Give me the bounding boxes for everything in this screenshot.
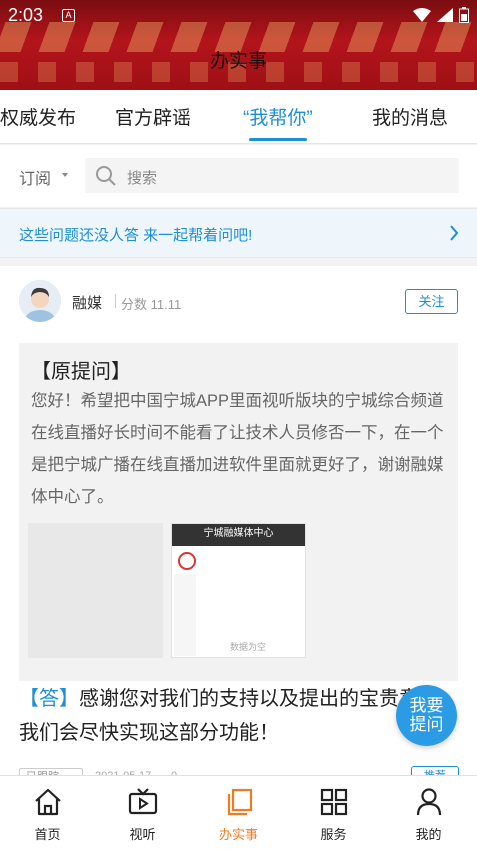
- home-icon: [35, 788, 61, 816]
- signal-icon: [437, 8, 453, 22]
- original-question[interactable]: 【原提问】 您好！希望把中国宁城APP里面视听版块的宁城综合频道在线直播好长时间…: [19, 343, 458, 681]
- page-title: 办实事: [209, 51, 267, 72]
- person-icon: [416, 788, 442, 816]
- user-score: 分数 11.11: [121, 297, 182, 312]
- subscribe-dropdown[interactable]: 订阅: [19, 165, 51, 189]
- battery-icon: [459, 7, 469, 23]
- answer-tag: 【答】: [19, 688, 79, 710]
- user-name[interactable]: 融媒: [72, 292, 102, 313]
- tab-my-messages[interactable]: 我的消息: [372, 103, 448, 130]
- search-placeholder: 搜索: [127, 170, 158, 187]
- divider: [115, 294, 116, 308]
- avatar[interactable]: [19, 280, 61, 322]
- status-time: 2:03: [8, 5, 44, 25]
- notification-icon: A: [62, 9, 75, 22]
- prompt-text: 这些问题还没人答 来一起帮着问吧!: [19, 227, 253, 244]
- nav-label: 我的: [415, 827, 442, 842]
- nav-home[interactable]: 首页: [0, 776, 95, 849]
- tab-rumor-refute[interactable]: 官方辟谣: [115, 103, 191, 130]
- nav-label: 服务: [320, 827, 347, 842]
- status-icons: [413, 7, 469, 23]
- tv-play-icon: [128, 788, 158, 815]
- bottom-nav: 首页 视听 办实事 服务 我的: [0, 775, 477, 849]
- question-title: 【原提问】: [31, 361, 131, 383]
- tab-bar: 权威发布 官方辟谣 “我帮你” 我的消息: [0, 90, 477, 144]
- answer: 【答】感谢您对我们的支持以及提出的宝贵意见，我们会尽快实现这部分功能！: [19, 682, 459, 750]
- search-row: 订阅 搜索: [0, 145, 477, 207]
- nav-label: 办实事: [218, 827, 258, 842]
- logo-icon: [178, 552, 196, 570]
- grid-icon: [320, 788, 348, 816]
- question-image[interactable]: [28, 523, 163, 658]
- user-avatar-icon: [19, 280, 61, 322]
- unanswered-prompt[interactable]: 这些问题还没人答 来一起帮着问吧!: [0, 208, 477, 258]
- question-body: 您好！希望把中国宁城APP里面视听版块的宁城综合频道在线直播好长时间不能看了让技…: [31, 392, 444, 506]
- search-input[interactable]: 搜索: [85, 158, 459, 193]
- ask-question-button[interactable]: 我要 提问: [396, 685, 457, 746]
- active-tab-indicator: [249, 138, 307, 141]
- nav-av[interactable]: 视听: [95, 776, 190, 849]
- tab-authority[interactable]: 权威发布: [0, 103, 76, 130]
- ask-line-1: 我要: [409, 696, 444, 715]
- answer-text: 感谢您对我们的支持以及提出的宝贵意见，我们会尽快实现这部分功能！: [19, 688, 459, 744]
- status-bar: 2:03 A: [0, 0, 477, 30]
- stacked-pages-icon: [227, 788, 253, 816]
- header-banner: 2:03 A 办实事: [0, 0, 477, 90]
- nav-mine[interactable]: 我的: [381, 776, 476, 849]
- nav-label: 首页: [34, 827, 61, 842]
- tab-help-you[interactable]: “我帮你”: [243, 103, 313, 130]
- nav-label: 视听: [129, 827, 156, 842]
- search-icon: [96, 166, 116, 186]
- thumbnail-header: 宁城融媒体中心: [172, 524, 305, 546]
- wifi-icon: [413, 8, 431, 22]
- thumbnail-sidebar: [174, 574, 196, 656]
- nav-practical[interactable]: 办实事: [191, 776, 286, 849]
- follow-button[interactable]: 关注: [405, 289, 458, 314]
- screen: 2:03 A 办实事 权威发布 官方辟谣 “我帮你” 我的消息 订阅 搜索 这些…: [0, 0, 477, 849]
- ask-line-2: 提问: [409, 715, 444, 734]
- thumbnail-empty-text: 数据为空: [230, 642, 267, 652]
- caret-down-icon: [62, 173, 68, 177]
- nav-service[interactable]: 服务: [286, 776, 381, 849]
- question-image[interactable]: 宁城融媒体中心 数据为空: [171, 523, 306, 658]
- chevron-right-icon: [450, 225, 459, 241]
